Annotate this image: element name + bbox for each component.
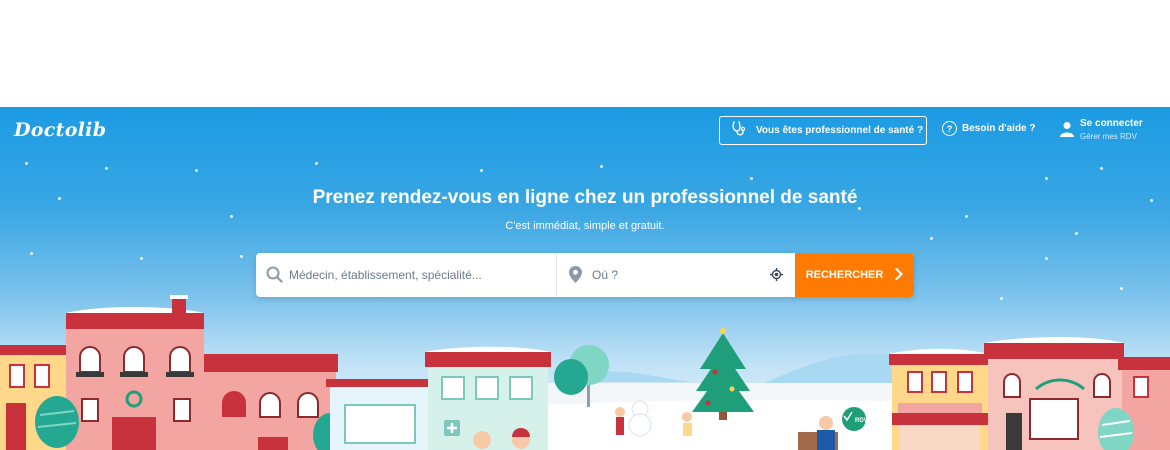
location-pin-icon bbox=[569, 266, 582, 288]
geolocate-icon[interactable] bbox=[770, 268, 783, 286]
top-blank-area bbox=[0, 0, 1170, 107]
search-bar: RECHERCHER bbox=[256, 253, 914, 297]
query-field-container bbox=[256, 253, 557, 297]
search-icon bbox=[266, 266, 283, 288]
chevron-right-icon bbox=[895, 267, 904, 283]
search-button-label: RECHERCHER bbox=[805, 269, 884, 281]
rdv-badge-text: RDV bbox=[855, 418, 868, 424]
search-button[interactable]: RECHERCHER bbox=[795, 253, 914, 297]
location-input[interactable] bbox=[592, 253, 795, 297]
location-field-container bbox=[557, 253, 795, 297]
query-input[interactable] bbox=[289, 253, 556, 297]
hero-banner: Doctolib Vous êtes professionnel de sant… bbox=[0, 107, 1170, 450]
